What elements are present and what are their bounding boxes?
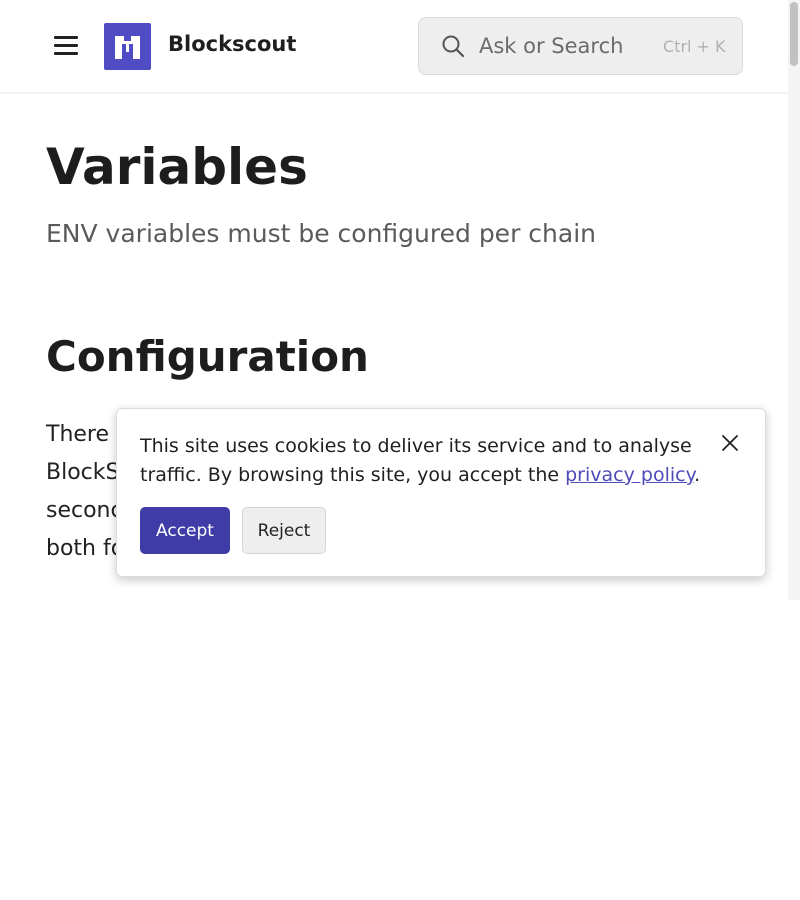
body-line: both fo [46, 536, 125, 561]
hamburger-menu-icon[interactable] [50, 30, 82, 62]
reject-button[interactable]: Reject [242, 507, 326, 554]
body-line: There [46, 422, 110, 447]
accept-button[interactable]: Accept [140, 507, 230, 554]
top-header: Blockscout Ctrl + K [0, 0, 788, 94]
brand-name[interactable]: Blockscout [168, 32, 296, 56]
cookie-message: This site uses cookies to deliver its se… [140, 432, 712, 490]
close-icon[interactable] [720, 433, 740, 453]
scrollbar-thumb[interactable] [790, 2, 798, 66]
privacy-policy-link[interactable]: privacy policy [565, 464, 694, 486]
blockscout-logo-icon[interactable] [104, 23, 151, 70]
vertical-scrollbar[interactable] [788, 0, 800, 600]
search-input[interactable] [479, 18, 649, 74]
search-icon [441, 34, 465, 62]
blank-area [0, 600, 800, 900]
page-viewport: Blockscout Ctrl + K Variables ENV variab… [0, 0, 788, 600]
page-subtitle: ENV variables must be configured per cha… [46, 219, 596, 248]
search-box[interactable]: Ctrl + K [418, 17, 743, 75]
body-line: seconc [46, 498, 123, 523]
cookie-consent-banner: This site uses cookies to deliver its se… [116, 408, 766, 577]
page-title: Variables [46, 138, 308, 196]
section-heading-configuration: Configuration [46, 332, 369, 381]
search-shortcut-hint: Ctrl + K [663, 37, 726, 56]
cookie-message-end: . [694, 464, 701, 486]
